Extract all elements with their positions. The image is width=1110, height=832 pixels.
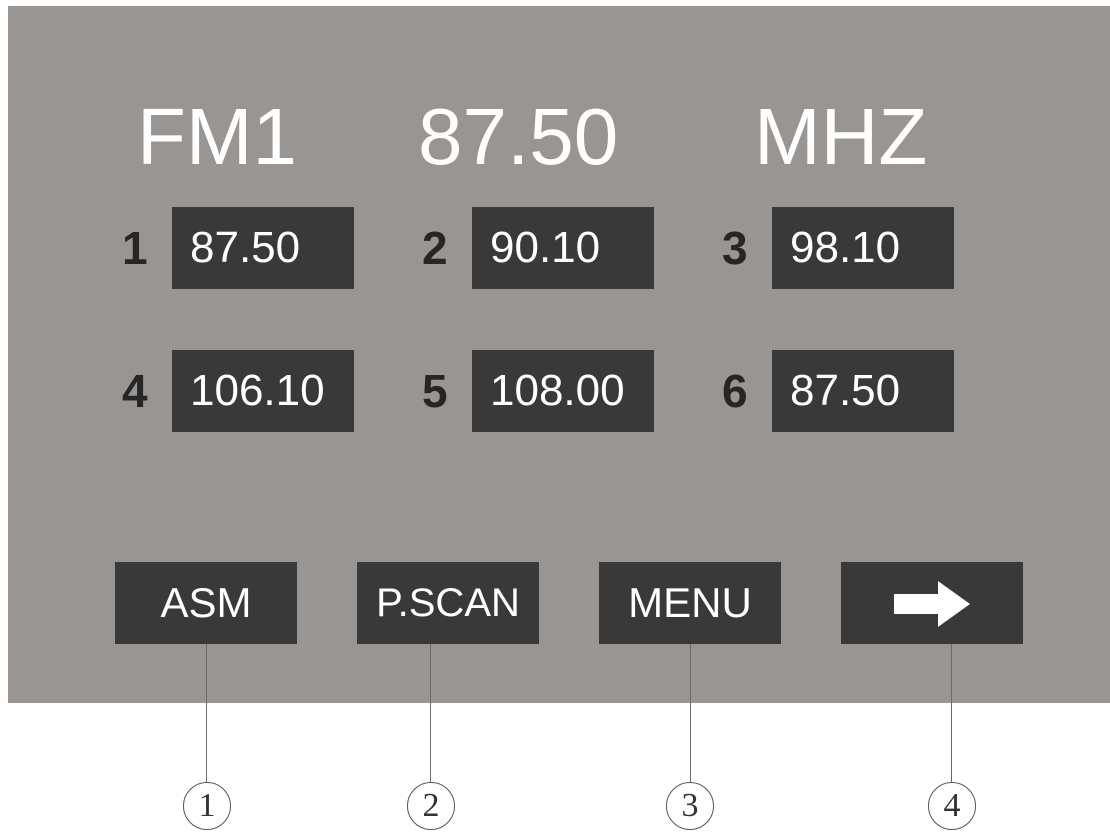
callout-line-3 [690, 644, 691, 786]
preset-number-3: 3 [722, 222, 748, 274]
preset-button-1[interactable]: 87.50 [172, 207, 354, 289]
preset-button-4[interactable]: 106.10 [172, 350, 354, 432]
menu-button[interactable]: MENU [599, 562, 781, 644]
preset-button-6[interactable]: 87.50 [772, 350, 954, 432]
arrow-right-icon [894, 580, 970, 627]
preset-number-6: 6 [722, 365, 748, 417]
preset-number-5: 5 [422, 365, 448, 417]
preset-number-1: 1 [122, 222, 148, 274]
current-frequency: 87.50 [418, 92, 619, 181]
callout-line-1 [206, 644, 207, 786]
frequency-unit: MHZ [754, 92, 928, 181]
asm-button[interactable]: ASM [115, 562, 297, 644]
preset-button-5[interactable]: 108.00 [472, 350, 654, 432]
callout-line-4 [951, 644, 952, 786]
preset-button-2[interactable]: 90.10 [472, 207, 654, 289]
next-button[interactable] [841, 562, 1023, 644]
callout-3: 3 [666, 782, 714, 830]
callout-line-2 [430, 644, 431, 786]
preset-number-2: 2 [422, 222, 448, 274]
callout-4: 4 [928, 782, 976, 830]
callout-2: 2 [407, 782, 455, 830]
radio-screen: FM1 87.50 MHZ 1 87.50 2 90.10 3 98.10 4 … [8, 6, 1110, 703]
preset-number-4: 4 [122, 365, 148, 417]
band-label: FM1 [137, 92, 297, 181]
pscan-button[interactable]: P.SCAN [357, 562, 539, 644]
callout-1: 1 [183, 782, 231, 830]
preset-button-3[interactable]: 98.10 [772, 207, 954, 289]
